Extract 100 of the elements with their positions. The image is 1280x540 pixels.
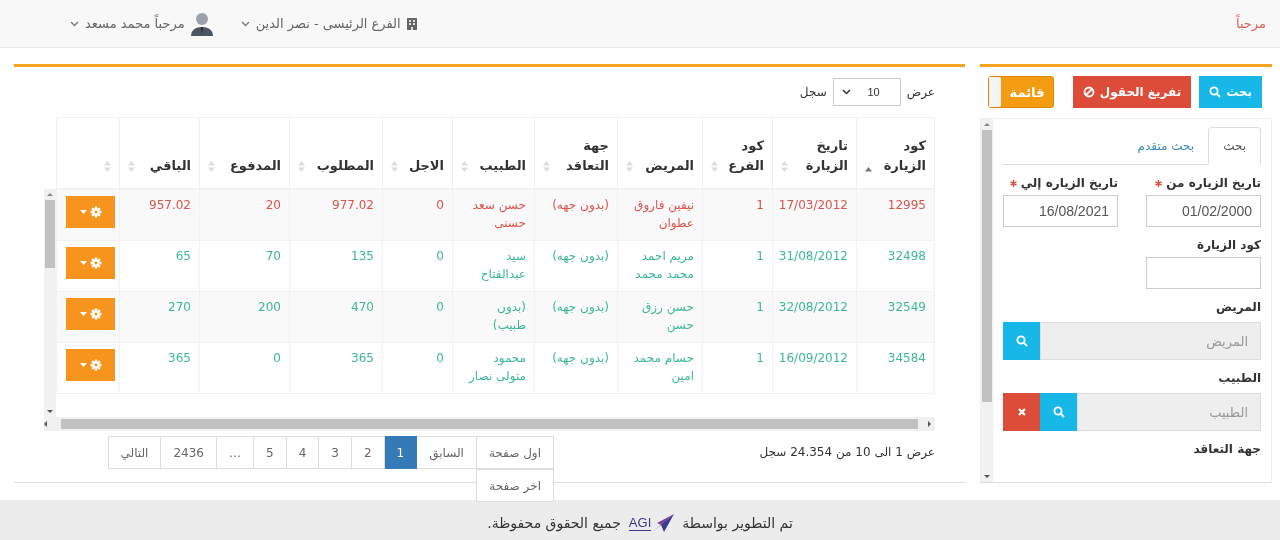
- field-label: جهة التعاقد: [1193, 442, 1261, 456]
- column-header[interactable]: [56, 117, 120, 189]
- actions-button[interactable]: [66, 196, 115, 228]
- column-header[interactable]: المدفوع: [199, 117, 290, 189]
- page-link[interactable]: 5: [253, 436, 287, 469]
- column-header[interactable]: المطلوب: [289, 117, 383, 189]
- page-link[interactable]: …: [216, 436, 254, 469]
- table-cell: (بدون جهه): [534, 189, 618, 241]
- tab[interactable]: بحث متقدم: [1123, 127, 1209, 164]
- table-cell: 16/09/2012: [772, 342, 857, 394]
- actions-button[interactable]: [66, 247, 115, 279]
- page-link[interactable]: التالي: [107, 436, 162, 469]
- search-icon: [1015, 335, 1028, 347]
- footer-text: جميع الحقوق محفوظة.: [487, 515, 621, 531]
- page-size-select[interactable]: 10: [832, 78, 901, 106]
- field-label: المريض: [1216, 300, 1261, 314]
- table-cell: حسام محمد امين: [617, 342, 703, 394]
- branch-menu[interactable]: الفرع الرئيسى - نصر الدين: [240, 16, 417, 31]
- table-cell: 70: [199, 240, 290, 292]
- records-info: عرض 1 الى 10 من 24.354 سجل: [759, 445, 935, 459]
- input-field[interactable]: [1146, 257, 1261, 289]
- table-cell: 32498: [856, 240, 935, 292]
- clear-button[interactable]: [1003, 393, 1040, 431]
- gear-icon: [79, 308, 102, 320]
- length-label: سجل: [799, 85, 827, 99]
- table-cell: 32/08/2012: [772, 291, 857, 343]
- page-link[interactable]: 4: [285, 436, 320, 469]
- table-cell: مريم احمد محمد محمد: [617, 240, 703, 292]
- chevron-icon: [841, 89, 851, 95]
- building-icon: [406, 17, 417, 30]
- actions-button[interactable]: [66, 349, 115, 381]
- scrollbar[interactable]: [981, 119, 993, 482]
- table-cell: 1: [702, 240, 773, 292]
- table-cell: 0: [382, 342, 453, 394]
- tab[interactable]: بحث: [1208, 127, 1261, 165]
- table-cell: 0: [382, 291, 453, 343]
- table-cell: 0: [382, 240, 453, 292]
- table-cell: سيد عبدالفتاح: [452, 240, 535, 292]
- table-cell: 1: [702, 291, 773, 343]
- input-field[interactable]: الطبيب: [1077, 393, 1261, 431]
- input-field[interactable]: المريض: [1040, 322, 1261, 360]
- clear-button[interactable]: تفريغ الحقول: [1072, 76, 1192, 108]
- column-header[interactable]: الطبيب: [452, 117, 535, 189]
- table-cell: (بدون جهه): [534, 342, 618, 394]
- table-cell: 12995: [856, 189, 935, 241]
- column-header[interactable]: تاريخ الزيارة: [772, 117, 857, 189]
- page-link[interactable]: 1: [383, 436, 418, 469]
- page-link[interactable]: 2436: [160, 436, 217, 469]
- page-link[interactable]: السابق: [416, 436, 477, 469]
- table-cell: 1: [702, 189, 773, 241]
- gear-icon: [79, 359, 102, 371]
- table-cell: حسن سعد حسنى: [452, 189, 535, 241]
- table-cell: محمود متولى نصار: [452, 342, 535, 394]
- gear-icon: [79, 206, 102, 218]
- column-header[interactable]: الاجل: [382, 117, 453, 189]
- scrollbar[interactable]: [44, 417, 935, 431]
- table-cell: 0: [199, 342, 290, 394]
- search-icon: [1052, 406, 1065, 418]
- table-cell: 1: [702, 342, 773, 394]
- table-cell: 200: [199, 291, 290, 343]
- column-header[interactable]: المريض: [617, 117, 703, 189]
- company-logo: AGI: [628, 514, 675, 532]
- search-button[interactable]: [1003, 322, 1040, 360]
- input-field[interactable]: 01/02/2000: [1146, 195, 1261, 227]
- search-button[interactable]: [1040, 393, 1077, 431]
- chevron-icon: [240, 20, 250, 27]
- gear-icon: [79, 257, 102, 269]
- scrollbar[interactable]: [44, 189, 56, 417]
- column-header[interactable]: كود الزيارة: [856, 117, 935, 189]
- table-cell: (بدون جهه): [534, 291, 618, 343]
- table-cell: 65: [119, 240, 200, 292]
- footer-text: تم التطوير بواسطة: [682, 515, 793, 531]
- chevron-icon: [70, 20, 79, 27]
- table-cell: 977.02: [289, 189, 383, 241]
- table-cell: 135: [289, 240, 383, 292]
- length-label: عرض: [906, 85, 935, 99]
- table-cell: (بدون جهه): [534, 240, 618, 292]
- table-cell: 365: [289, 342, 383, 394]
- table-cell: 0: [382, 189, 453, 241]
- table-cell: 365: [119, 342, 200, 394]
- table-cell: نيفين فاروق عطوان: [617, 189, 703, 241]
- input-field[interactable]: 16/08/2021: [1003, 195, 1118, 227]
- table-cell: 31/08/2012: [772, 240, 857, 292]
- greeting-text: مرحباً: [1235, 16, 1266, 31]
- table-cell: (بدون طبيب): [452, 291, 535, 343]
- actions-button[interactable]: [66, 298, 115, 330]
- user-menu[interactable]: مرحباً محمد مسعد: [70, 11, 213, 36]
- column-header[interactable]: جهة التعاقد: [534, 117, 618, 189]
- table-cell: حسن رزق حسن: [617, 291, 703, 343]
- page-link[interactable]: اول صفحة: [475, 436, 554, 469]
- table-cell: 34584: [856, 342, 935, 394]
- column-header[interactable]: كود الفرع: [702, 117, 773, 189]
- page-link[interactable]: اخر صفحة: [476, 469, 554, 502]
- table-cell: 32549: [856, 291, 935, 343]
- page-link[interactable]: 2: [350, 436, 385, 469]
- table-cell: 17/03/2012: [772, 189, 857, 241]
- page-link[interactable]: 3: [318, 436, 352, 469]
- ban-icon: [1082, 86, 1095, 98]
- column-header[interactable]: الباقي: [119, 117, 200, 189]
- table-cell: 470: [289, 291, 383, 343]
